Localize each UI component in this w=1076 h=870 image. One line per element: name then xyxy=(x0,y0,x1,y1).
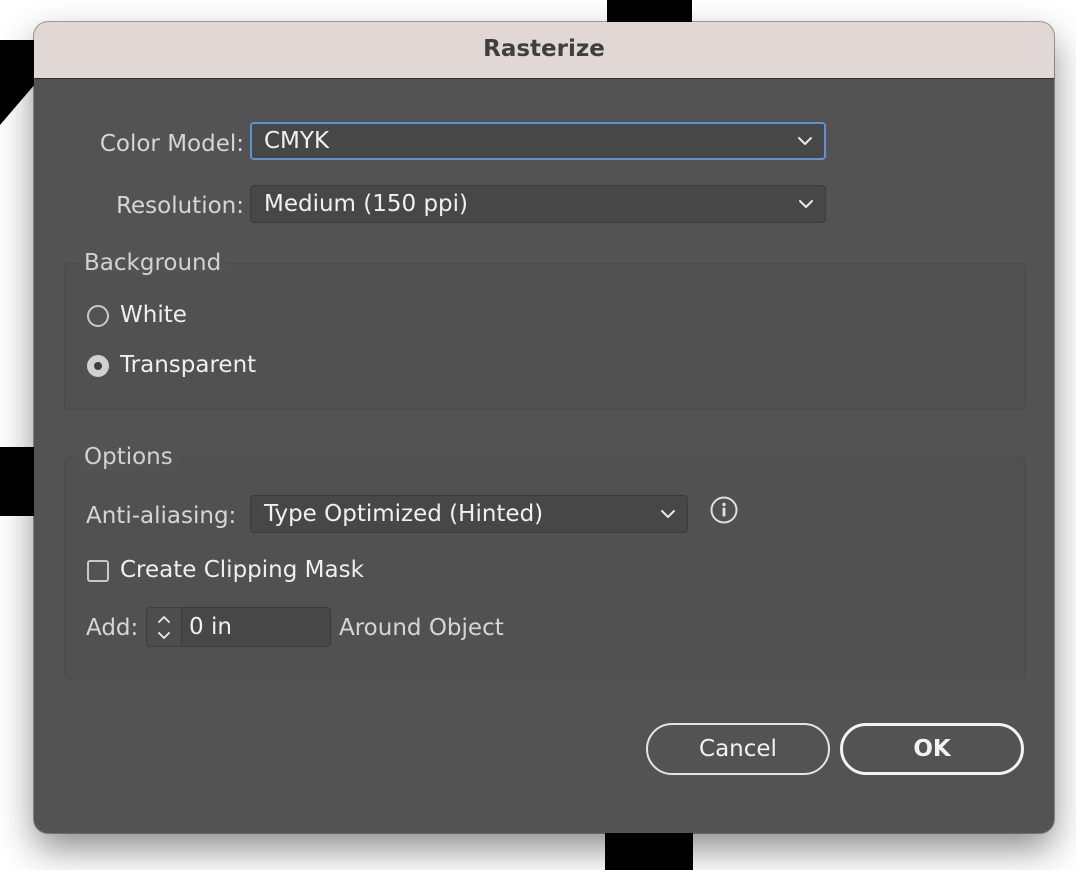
resolution-label: Resolution: xyxy=(116,193,244,219)
dialog-title: Rasterize xyxy=(34,22,1054,79)
ok-button[interactable]: OK xyxy=(840,723,1024,775)
anti-aliasing-select[interactable]: Type Optimized (Hinted) xyxy=(250,495,688,533)
clipping-mask-label[interactable]: Create Clipping Mask xyxy=(120,557,364,583)
color-model-value: CMYK xyxy=(264,128,330,154)
radio-transparent[interactable] xyxy=(87,355,109,377)
color-model-select[interactable]: CMYK xyxy=(250,122,826,160)
anti-aliasing-label: Anti-aliasing: xyxy=(86,503,237,529)
radio-white[interactable] xyxy=(87,305,109,327)
chevron-up-icon[interactable] xyxy=(156,613,172,625)
radio-transparent-label[interactable]: Transparent xyxy=(120,352,256,378)
around-object-label: Around Object xyxy=(339,615,504,641)
color-model-label: Color Model: xyxy=(99,131,244,157)
clipping-mask-checkbox[interactable] xyxy=(87,560,109,582)
options-group-title: Options xyxy=(84,444,179,470)
add-stepper[interactable] xyxy=(146,607,182,647)
chevron-down-icon xyxy=(799,200,813,208)
anti-aliasing-value: Type Optimized (Hinted) xyxy=(264,501,544,527)
background-group-title: Background xyxy=(84,250,228,276)
chevron-down-icon[interactable] xyxy=(156,630,172,642)
chevron-down-icon xyxy=(798,137,812,145)
cancel-button[interactable]: Cancel xyxy=(646,723,830,775)
info-icon[interactable] xyxy=(710,496,738,524)
background-group xyxy=(64,263,1026,410)
add-label: Add: xyxy=(86,615,139,641)
resolution-value: Medium (150 ppi) xyxy=(264,191,469,217)
resolution-select[interactable]: Medium (150 ppi) xyxy=(250,185,826,223)
chevron-down-icon xyxy=(661,510,675,518)
rasterize-dialog: Rasterize Color Model: CMYK Resolution: … xyxy=(34,22,1054,833)
radio-white-label[interactable]: White xyxy=(120,302,187,328)
add-amount-input[interactable]: 0 in xyxy=(182,607,331,647)
